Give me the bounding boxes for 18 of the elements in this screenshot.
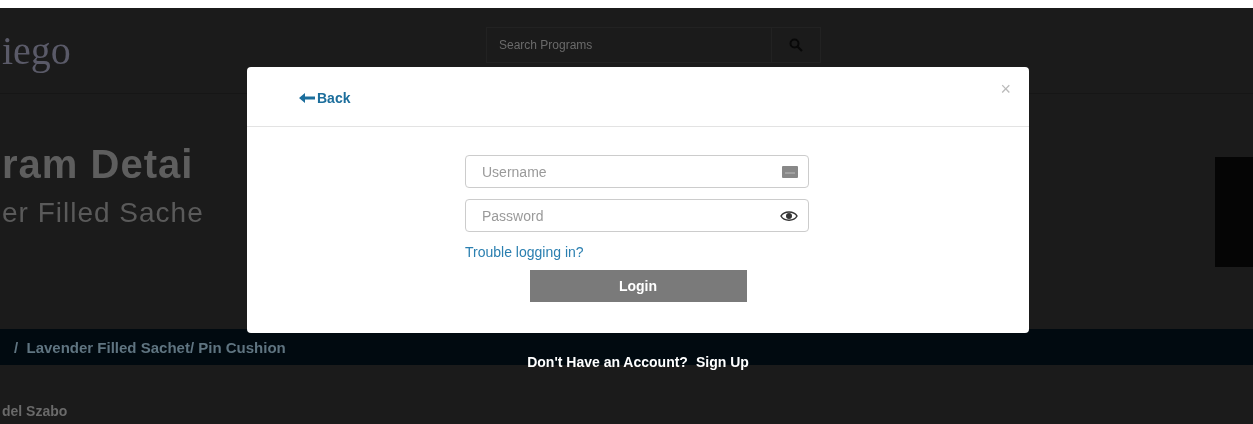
search-field[interactable]: Search Programs	[486, 26, 821, 63]
username-field[interactable]: Username	[465, 155, 809, 188]
signup-prompt: Don't Have an Account?	[527, 354, 688, 370]
login-button[interactable]: Login	[529, 270, 747, 302]
password-input[interactable]: Password	[480, 206, 780, 225]
username-input[interactable]: Username	[480, 162, 782, 181]
site-logo: iego	[2, 27, 72, 74]
author-name: del Szabo	[1, 403, 68, 419]
back-button[interactable]: Back	[299, 89, 351, 106]
sign-up-link[interactable]: Sign Up	[695, 354, 749, 370]
trouble-logging-in-link[interactable]: Trouble logging in?	[465, 244, 584, 260]
page-subtitle: er Filled Sache	[2, 197, 204, 229]
id-card-icon	[782, 165, 798, 178]
password-field[interactable]: Password	[465, 199, 809, 232]
search-input[interactable]: Search Programs	[487, 27, 772, 62]
page-title: ram Detai	[2, 142, 194, 187]
eye-icon[interactable]	[780, 209, 798, 222]
arrow-left-icon	[299, 92, 315, 103]
